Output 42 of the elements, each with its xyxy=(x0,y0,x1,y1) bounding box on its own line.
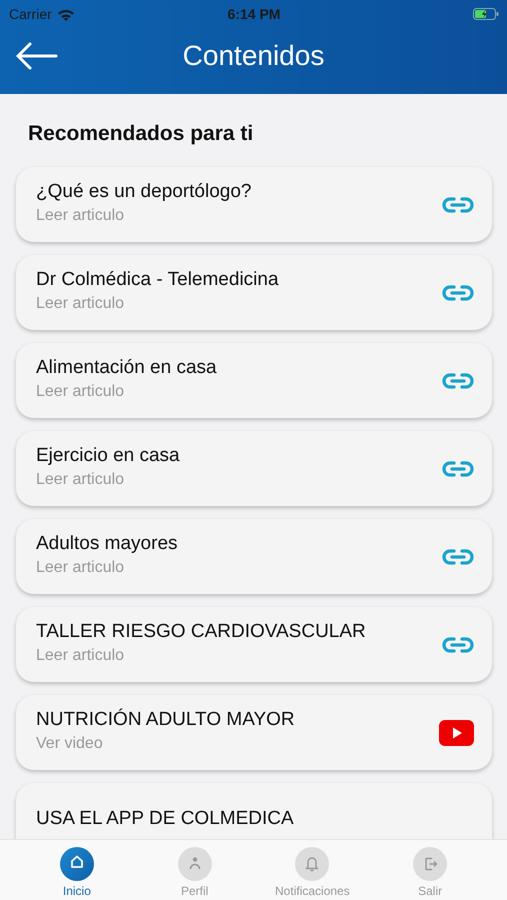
article-card[interactable]: ¿Qué es un deportólogo? Leer articulo xyxy=(16,167,492,242)
article-card[interactable]: Adultos mayores Leer articulo xyxy=(16,519,492,594)
article-title: Adultos mayores xyxy=(36,533,179,555)
article-card[interactable]: Alimentación en casa Leer articulo xyxy=(16,343,492,418)
link-icon[interactable] xyxy=(442,548,474,566)
article-subtitle: Leer articulo xyxy=(36,207,126,225)
article-card[interactable]: USA EL APP DE COLMEDICA xyxy=(16,783,492,839)
article-title: NUTRICIÓN ADULTO MAYOR xyxy=(36,709,296,731)
battery-icon xyxy=(473,8,500,20)
article-title: Alimentación en casa xyxy=(36,357,218,379)
bell-icon xyxy=(295,847,330,881)
article-title: ¿Qué es un deportólogo? xyxy=(36,181,252,203)
link-icon[interactable] xyxy=(442,196,474,214)
article-card[interactable]: NUTRICIÓN ADULTO MAYOR Ver video xyxy=(16,695,492,770)
article-card[interactable]: TALLER RIESGO CARDIOVASCULAR Leer articulo xyxy=(16,607,492,682)
article-subtitle: Leer articulo xyxy=(36,295,126,313)
link-icon[interactable] xyxy=(442,636,474,654)
article-subtitle: Leer articulo xyxy=(36,471,126,489)
back-button[interactable] xyxy=(14,41,58,71)
status-time: 6:14 PM xyxy=(228,6,280,22)
article-card[interactable]: Dr Colmédica - Telemedicina Leer articulo xyxy=(16,255,492,330)
article-title: Ejercicio en casa xyxy=(36,445,181,467)
article-title: TALLER RIESGO CARDIOVASCULAR xyxy=(36,621,367,643)
article-subtitle: Ver video xyxy=(36,735,104,753)
article-subtitle: Leer articulo xyxy=(36,383,126,401)
section-heading: Recomendados para ti xyxy=(28,122,254,146)
article-subtitle: Leer articulo xyxy=(36,559,126,577)
wifi-icon xyxy=(56,8,75,20)
home-icon xyxy=(60,847,94,881)
nav-tab[interactable]: Inicio xyxy=(56,840,98,900)
link-icon[interactable] xyxy=(442,372,474,390)
logout-icon xyxy=(413,847,448,881)
link-icon[interactable] xyxy=(442,284,474,302)
person-icon xyxy=(178,847,212,881)
carrier-label: Carrier xyxy=(9,6,52,22)
article-title: Dr Colmédica - Telemedicina xyxy=(36,269,280,291)
article-subtitle: Leer articulo xyxy=(36,647,126,665)
play-icon[interactable] xyxy=(439,720,474,746)
link-icon[interactable] xyxy=(442,460,474,478)
article-card[interactable]: Ejercicio en casa Leer articulo xyxy=(16,431,492,506)
screen-title: Contenidos xyxy=(182,40,324,71)
article-title: USA EL APP DE COLMEDICA xyxy=(36,808,295,830)
